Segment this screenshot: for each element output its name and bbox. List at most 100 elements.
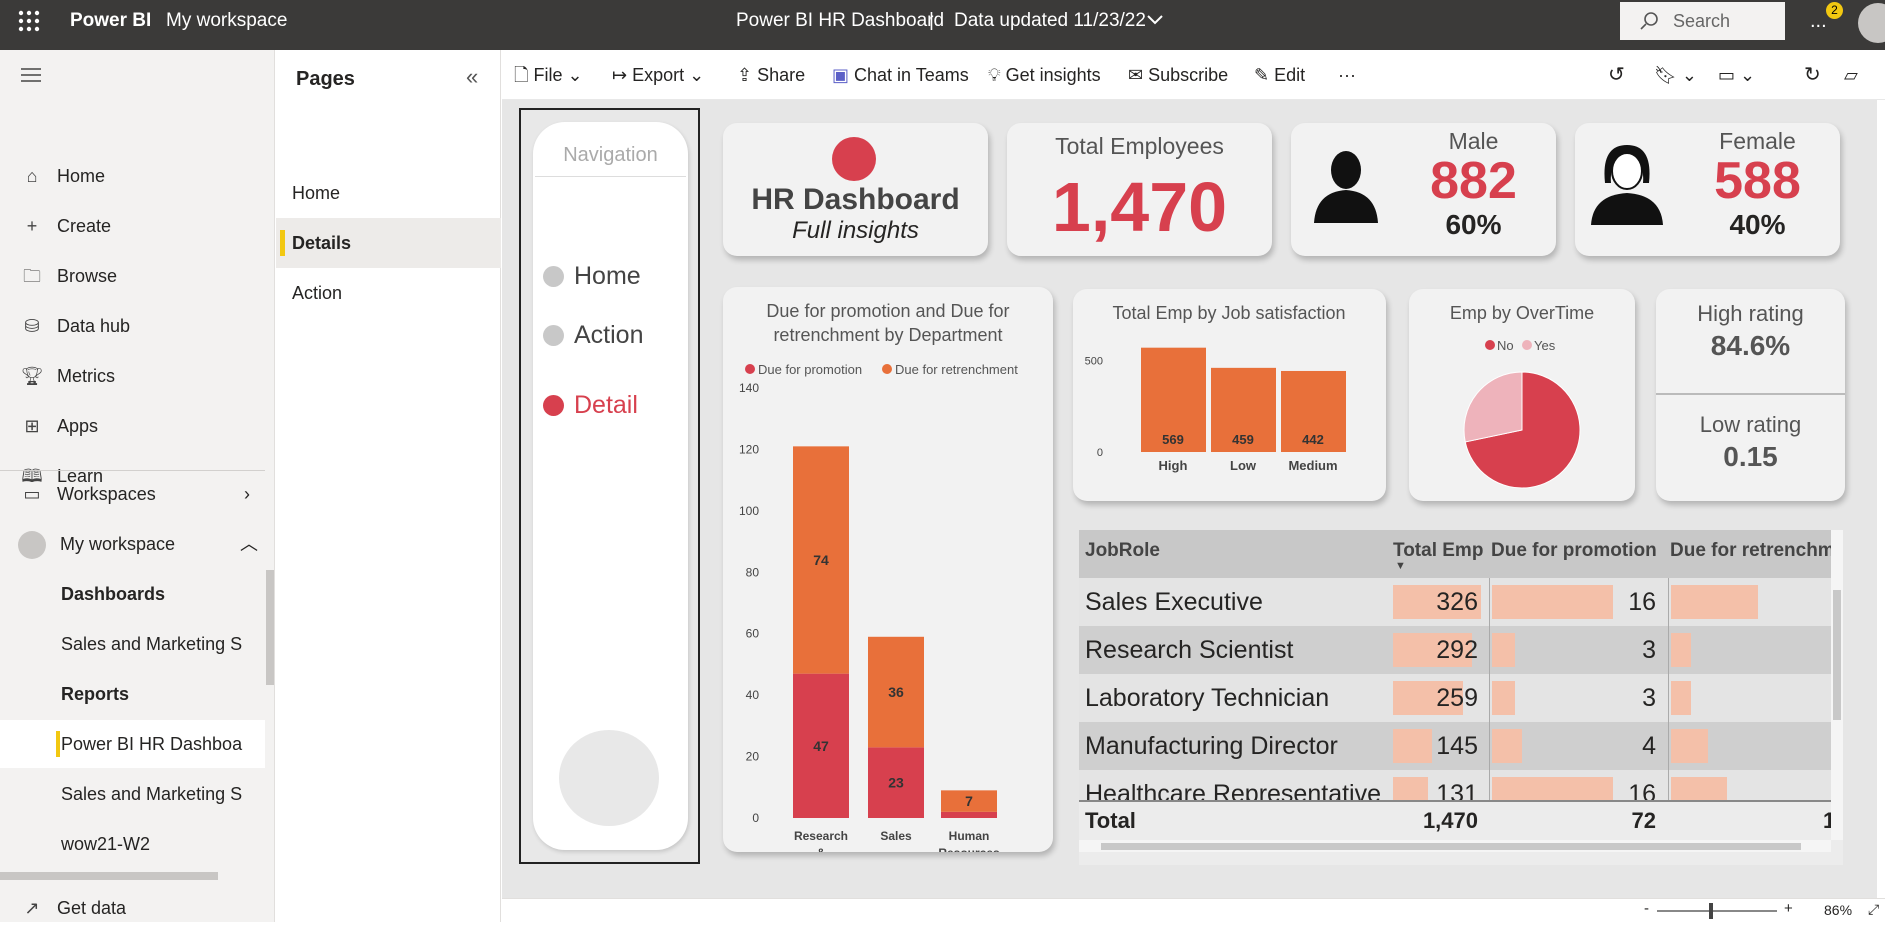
export-menu[interactable]: ↦ Export ⌄ — [612, 50, 704, 100]
navigation-card: Navigation Home Action Detail — [533, 122, 688, 850]
collapse-icon[interactable]: « — [466, 64, 478, 90]
subscribe-button[interactable]: ✉ Subscribe — [1128, 50, 1228, 100]
nav-scrollbar[interactable] — [266, 570, 274, 685]
column-divider — [1668, 674, 1669, 722]
nav-sub-item[interactable]: wow21-W2 — [0, 820, 265, 868]
table-vscroll-thumb[interactable] — [1833, 590, 1841, 720]
pencil-icon: ✎ — [1254, 65, 1270, 85]
refresh-icon[interactable]: ↻ — [1804, 50, 1821, 100]
chat-in-teams-button[interactable]: ▣ Chat in Teams — [832, 50, 969, 100]
nav-my-workspace[interactable]: My workspace ︿ — [0, 520, 265, 568]
header-due-promotion[interactable]: Due for promotion — [1491, 540, 1657, 562]
table-row[interactable]: Manufacturing Director 145 4 — [1079, 722, 1831, 770]
cell-total-emp: 292 — [1436, 636, 1478, 664]
header-jobrole[interactable]: JobRole — [1085, 540, 1160, 562]
table-hscroll-thumb[interactable] — [1101, 843, 1801, 850]
page-tab-action[interactable]: Action — [276, 268, 501, 318]
table-row[interactable]: Laboratory Technician 259 3 — [1079, 674, 1831, 722]
nav-hscrollbar[interactable] — [0, 872, 218, 880]
page-tab-details[interactable]: Details — [276, 218, 501, 268]
zoom-in-button[interactable]: + — [1784, 900, 1793, 917]
low-rating-value: 0.15 — [1723, 441, 1778, 472]
total-emp-value: 1,470 — [1422, 808, 1478, 833]
pages-title: Pages — [296, 68, 355, 90]
sort-desc-icon: ▼ — [1395, 560, 1406, 572]
nav-sub-item[interactable]: Power BI HR Dashboa — [0, 720, 265, 768]
search-box[interactable]: Search — [1620, 2, 1785, 40]
nav-dot-icon — [543, 395, 564, 416]
table-row[interactable]: Sales Executive 326 16 — [1079, 578, 1831, 626]
nav-sub-label: Dashboards — [61, 584, 166, 604]
nav-get-data-label: Get data — [57, 898, 127, 918]
legend-retrenchment-dot — [882, 364, 892, 374]
zoom-out-button[interactable]: - — [1644, 900, 1649, 917]
total-label: Total — [1085, 808, 1136, 833]
report-title: Power BI HR Dashboard — [736, 10, 945, 31]
nav-apps[interactable]: ⊞ Apps — [0, 402, 265, 450]
pie-slice-yes — [1463, 371, 1523, 443]
more-toolbar-button[interactable]: ··· — [1338, 50, 1356, 100]
cell-total-emp: 259 — [1436, 684, 1478, 712]
selected-indicator — [280, 230, 285, 256]
bookmark-icon[interactable]: 🔖︎ ⌄ — [1654, 50, 1697, 100]
nav-metrics[interactable]: 🏆︎ Metrics — [0, 352, 265, 400]
zoom-slider-thumb[interactable] — [1709, 903, 1713, 919]
avatar[interactable] — [1858, 3, 1885, 43]
chart-title: Total Emp by Job satisfaction — [1112, 303, 1345, 323]
legend-retrenchment: Due for retrenchment — [895, 362, 1018, 377]
nav-get-data[interactable]: ↗ Get data — [0, 884, 265, 932]
nav-home[interactable]: ⌂ Home — [0, 152, 265, 200]
zoom-slider[interactable] — [1657, 910, 1777, 912]
table-row[interactable]: Healthcare Representative 131 16 — [1079, 770, 1831, 800]
hr-dashboard-card: HR Dashboard Full insights — [723, 123, 988, 256]
nav-button-home[interactable]: Home — [543, 262, 641, 291]
nav-sub-item[interactable]: Sales and Marketing S — [0, 620, 265, 668]
bar-due-retrenchment — [1671, 585, 1758, 619]
table-vscrollbar[interactable] — [1831, 530, 1843, 840]
workspace-link[interactable]: My workspace — [166, 0, 287, 50]
data-updated[interactable]: Data updated 11/23/22 — [954, 0, 1146, 50]
page-tab-home[interactable]: Home — [276, 168, 501, 218]
app-name[interactable]: Power BI — [70, 0, 151, 50]
app-launcher-icon[interactable] — [18, 10, 40, 32]
more-options-button[interactable]: ... — [1810, 0, 1827, 50]
female-card: Female 588 40% — [1575, 123, 1840, 256]
y-tick-label: 20 — [746, 750, 760, 764]
overtime-pie-chart: Emp by OverTime No Yes — [1450, 303, 1594, 489]
female-person-icon — [1587, 143, 1667, 230]
table-row[interactable]: Research Scientist 292 3 — [1079, 626, 1831, 674]
folder-icon: 🗀︎ — [23, 266, 41, 286]
column-divider — [1668, 770, 1669, 800]
report-canvas: Navigation Home Action Detail HR Dashboard… — [502, 100, 1877, 898]
workspaces-icon: ▭ — [23, 484, 41, 504]
y-tick-label: 0 — [1097, 447, 1103, 459]
view-icon[interactable]: ▭ ⌄ — [1718, 50, 1755, 100]
nav-button-action[interactable]: Action — [543, 321, 643, 350]
male-value: 882 — [1430, 152, 1517, 210]
trophy-icon: 🏆︎ — [20, 366, 44, 386]
table-hscrollbar[interactable] — [1079, 840, 1831, 852]
header-total-emp[interactable]: Total Emp — [1393, 540, 1483, 562]
legend-yes: Yes — [1534, 338, 1556, 353]
nav-sub-item[interactable]: Sales and Marketing S — [0, 770, 265, 818]
comment-icon[interactable]: ▱ — [1844, 50, 1858, 100]
fit-page-icon[interactable]: ⤢ — [1868, 901, 1879, 918]
chevron-down-icon[interactable] — [1146, 13, 1164, 32]
file-menu[interactable]: 🗋 File ⌄ — [514, 50, 583, 100]
nav-button-detail[interactable]: Detail — [543, 391, 638, 420]
undo-icon[interactable]: ↺ — [1608, 50, 1625, 100]
arrow-up-left-icon: ↗ — [24, 898, 40, 918]
left-navigation: ⌂ Home + Create 🗀︎ Browse ⛁ Data hub 🏆︎ Metrics ⊞ A… — [0, 50, 275, 922]
get-insights-button[interactable]: 💡︎ Get insights — [988, 50, 1101, 100]
nav-create[interactable]: + Create — [0, 202, 265, 250]
edit-button[interactable]: ✎ Edit — [1254, 50, 1305, 100]
hamburger-icon[interactable] — [21, 67, 41, 88]
nav-label: Apps — [57, 416, 99, 436]
nav-workspaces[interactable]: ▭ Workspaces › — [0, 470, 265, 518]
nav-browse[interactable]: 🗀︎ Browse — [0, 252, 265, 300]
table-header-row: JobRole Total Emp ▼ Due for promotion Du… — [1079, 530, 1835, 578]
apps-icon: ⊞ — [24, 416, 40, 436]
header-due-retrenchment[interactable]: Due for retrenchm — [1670, 540, 1835, 562]
nav-data-hub[interactable]: ⛁ Data hub — [0, 302, 265, 350]
share-button[interactable]: ⇪ Share — [737, 50, 805, 100]
